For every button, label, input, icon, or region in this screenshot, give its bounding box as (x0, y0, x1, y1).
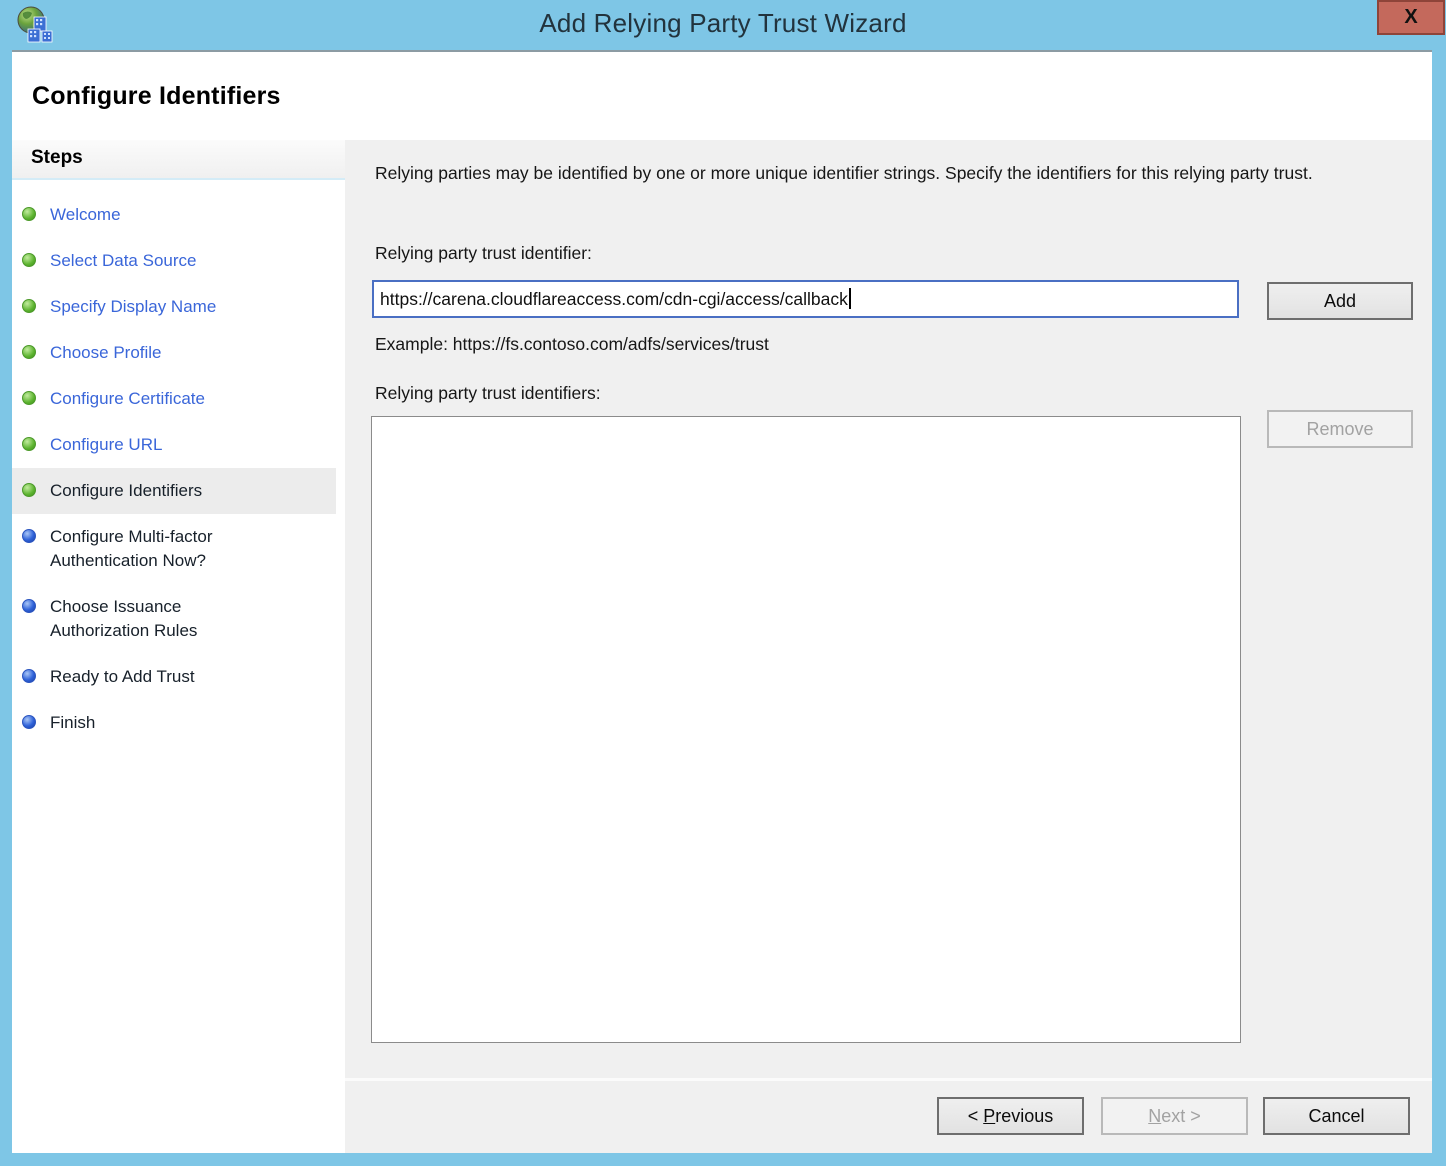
previous-button[interactable]: < Previous (937, 1097, 1084, 1135)
text-caret (849, 288, 851, 309)
steps-list: Welcome Select Data Source Specify Displ… (12, 192, 345, 746)
step-done-icon (22, 437, 36, 451)
step-done-icon (22, 253, 36, 267)
step-pending-icon (22, 669, 36, 683)
page-header: Configure Identifiers (12, 52, 1432, 140)
cancel-button[interactable]: Cancel (1263, 1097, 1410, 1135)
sidebar-item-specify-display-name[interactable]: Specify Display Name (12, 284, 336, 330)
steps-sidebar: Steps Welcome Select Data Source Specify… (12, 140, 345, 1153)
titlebar: Add Relying Party Trust Wizard X (0, 0, 1446, 50)
remove-button[interactable]: Remove (1267, 410, 1413, 448)
window-title: Add Relying Party Trust Wizard (0, 8, 1446, 39)
step-done-icon (22, 207, 36, 221)
main-panel: Relying parties may be identified by one… (345, 140, 1432, 1153)
step-pending-icon (22, 715, 36, 729)
sidebar-item-finish[interactable]: Finish (12, 700, 336, 746)
wizard-window: Add Relying Party Trust Wizard X Configu… (0, 0, 1446, 1166)
sidebar-item-select-data-source[interactable]: Select Data Source (12, 238, 336, 284)
step-done-icon (22, 345, 36, 359)
sidebar-item-configure-mfa[interactable]: Configure Multi-factor Authentication No… (12, 514, 336, 584)
sidebar-item-choose-issuance-rules[interactable]: Choose Issuance Authorization Rules (12, 584, 336, 654)
sidebar-item-configure-identifiers[interactable]: Configure Identifiers (12, 468, 336, 514)
sidebar-item-ready-to-add-trust[interactable]: Ready to Add Trust (12, 654, 336, 700)
identifiers-listbox[interactable] (371, 416, 1241, 1043)
step-pending-icon (22, 529, 36, 543)
next-button[interactable]: Next > (1101, 1097, 1248, 1135)
sidebar-item-configure-url[interactable]: Configure URL (12, 422, 336, 468)
identifier-input[interactable]: https://carena.cloudflareaccess.com/cdn-… (372, 280, 1239, 318)
page-title: Configure Identifiers (12, 82, 281, 111)
identifiers-list-label: Relying party trust identifiers: (375, 383, 601, 404)
intro-text: Relying parties may be identified by one… (375, 160, 1400, 187)
add-button[interactable]: Add (1267, 282, 1413, 320)
sidebar-item-choose-profile[interactable]: Choose Profile (12, 330, 336, 376)
identifier-label: Relying party trust identifier: (375, 243, 592, 264)
identifier-input-value: https://carena.cloudflareaccess.com/cdn-… (380, 289, 848, 309)
step-done-icon (22, 299, 36, 313)
step-pending-icon (22, 599, 36, 613)
step-current-icon (22, 483, 36, 497)
sidebar-item-welcome[interactable]: Welcome (12, 192, 336, 238)
wizard-footer: < Previous Next > Cancel (345, 1078, 1432, 1153)
wizard-frame: Configure Identifiers Steps Welcome Sele… (12, 50, 1432, 1153)
sidebar-item-configure-certificate[interactable]: Configure Certificate (12, 376, 336, 422)
close-button[interactable]: X (1377, 0, 1445, 35)
example-text: Example: https://fs.contoso.com/adfs/ser… (375, 334, 769, 355)
steps-heading: Steps (12, 140, 345, 180)
step-done-icon (22, 391, 36, 405)
